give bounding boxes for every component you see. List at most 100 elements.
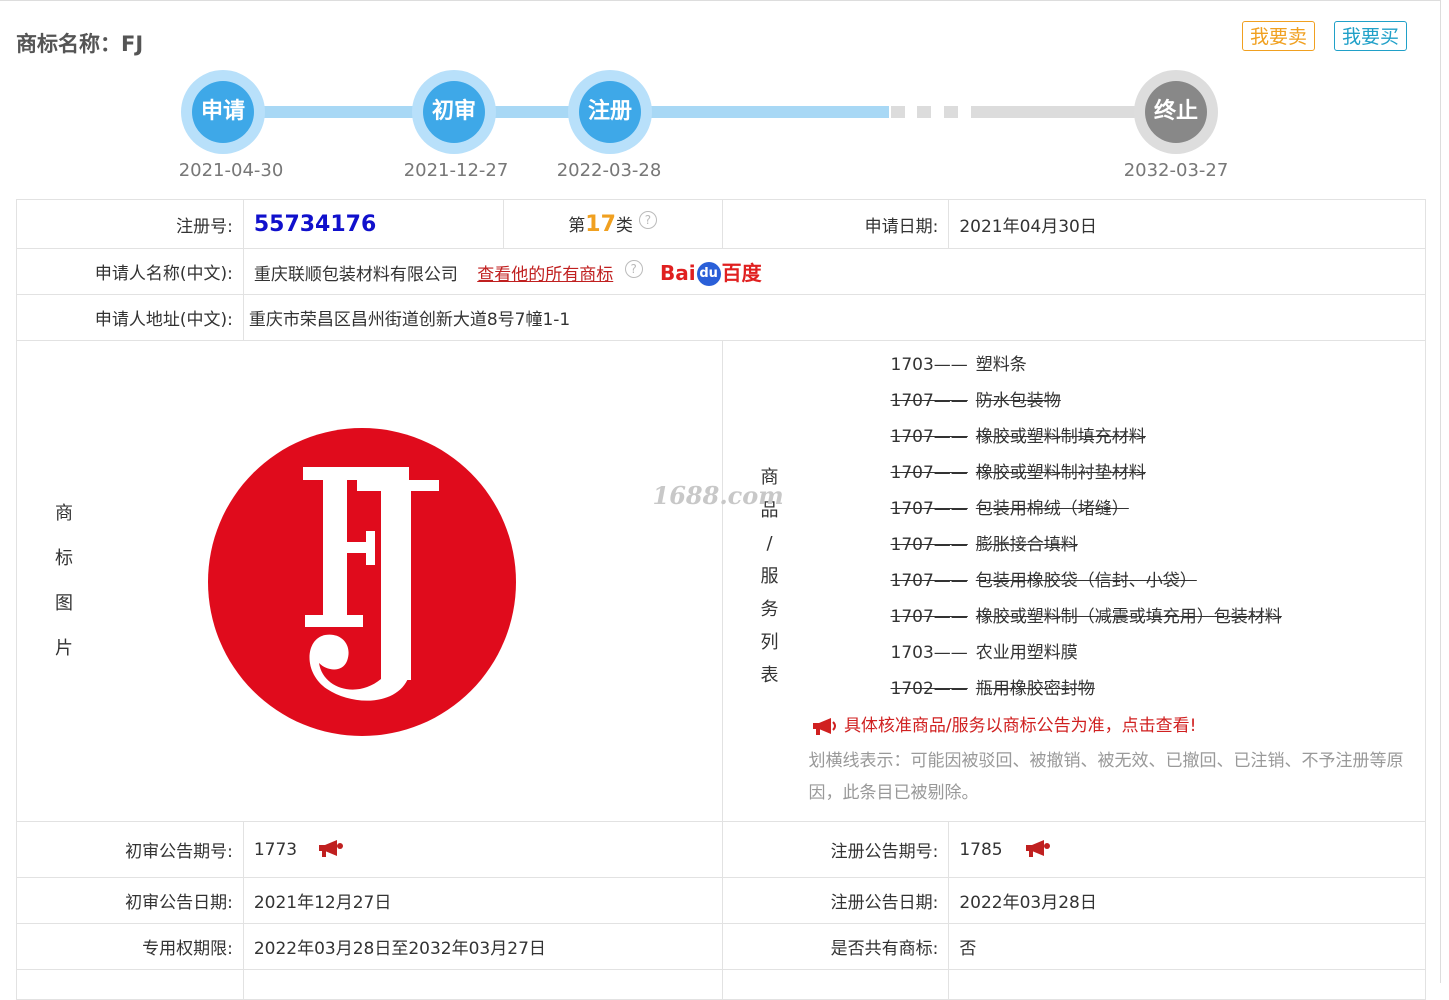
label-char: / (766, 533, 773, 554)
goods-code: 1707—— (890, 391, 968, 411)
apply-date-label: 申请日期: (721, 199, 950, 249)
goods-item: 1702—— 瓶用橡胶密封物 (891, 674, 1095, 699)
timeline-step-register: 注册 (568, 70, 652, 154)
trademark-info-table: 注册号: 55734176 第17类? 申请日期: 2021年04月30日 申请… (16, 199, 1427, 1000)
goods-name: 塑料条 (975, 355, 1027, 375)
goods-code: 1707—— (890, 499, 968, 519)
goods-item: 1707—— 橡胶或塑料制衬垫材料 (891, 458, 1146, 483)
goods-name: 瓶用橡胶密封物 (975, 679, 1095, 699)
prelim-date-value: 2021年12月27日 (242, 877, 723, 924)
watermark: 1688.com (652, 481, 784, 510)
step-date: 2022-03-28 (556, 160, 662, 181)
timeline-dash (944, 106, 958, 118)
baidu-paw-icon: du (696, 262, 721, 287)
shared-value: 否 (948, 923, 1426, 970)
goods-item: 1707—— 橡胶或塑料制填充材料 (891, 422, 1146, 447)
label-char: 表 (760, 665, 779, 686)
label-char: 标 (55, 548, 73, 569)
timeline-dash (917, 106, 931, 118)
reg-pub-no-value: 1785 (959, 840, 1003, 860)
goods-name: 农业用塑料膜 (975, 643, 1078, 663)
buy-button[interactable]: 我要买 (1334, 21, 1408, 51)
table-row: 申请人地址(中文): 重庆市荣昌区昌州街道创新大道8号7幢1-1 (16, 294, 1427, 341)
trademark-logo: FJ (207, 427, 516, 736)
goods-name: 膨胀接合填料 (975, 535, 1078, 555)
applicant-cell: 重庆联顺包装材料有限公司 查看他的所有商标 ? Bai du 百度 (242, 248, 1427, 295)
baidu-logo-text: 百度 (721, 260, 762, 285)
term-value: 2022年03月28日至2032年03月27日 (242, 923, 723, 970)
goods-code: 1707—— (890, 427, 968, 447)
strike-note: 划横线表示：可能因被驳回、被撤销、被无效、已撤回、已注销、不予注册等原因，此条目… (808, 751, 1404, 803)
goods-item: 1703—— 塑料条 (891, 350, 1027, 375)
class-suffix: 类 (615, 216, 633, 236)
goods-code: 1707—— (890, 571, 968, 591)
class-number: 17 (585, 212, 616, 237)
all-marks-link[interactable]: 查看他的所有商标 (477, 265, 613, 285)
table-row: 专用权期限: 2022年03月28日至2032年03月27日 是否共有商标: 否 (16, 923, 1426, 970)
label-char: 图 (55, 593, 73, 614)
logo-cell: 商 标 图 片 FJ (16, 340, 723, 822)
timeline-step-apply: 申请 (181, 70, 265, 154)
apply-date-value: 2021年04月30日 (948, 199, 1426, 249)
reg-pub-date-value: 2022年03月28日 (948, 877, 1426, 924)
goods-item: 1707—— 包装用橡胶袋（信封、小袋） (891, 566, 1197, 591)
goods-name: 包装用橡胶袋（信封、小袋） (975, 571, 1197, 591)
goods-code: 1702—— (890, 679, 968, 699)
label-char: 片 (55, 638, 73, 659)
class-cell: 第17类? (502, 199, 723, 249)
goods-code: 1707—— (890, 535, 968, 555)
timeline-progress-bar (224, 106, 889, 118)
applicant-label: 申请人名称(中文): (16, 248, 244, 295)
goods-name: 防水包装物 (975, 391, 1061, 411)
term-label: 专用权期限: (16, 923, 244, 970)
megaphone-icon[interactable] (317, 839, 345, 857)
table-row: 注册号: 55734176 第17类? 申请日期: 2021年04月30日 (16, 199, 1426, 249)
class-prefix: 第 (568, 216, 586, 236)
address-value: 重庆市荣昌区昌州街道创新大道8号7幢1-1 (242, 294, 1427, 341)
goods-name: 橡胶或塑料制衬垫材料 (975, 463, 1146, 483)
reg-no-label: 注册号: (16, 199, 244, 249)
logo-text: FJ (207, 427, 209, 428)
goods-cell: 商 品 / 服 务 列 表 1688.com 1703—— 塑料条 1707—— 防水… (653, 340, 1427, 822)
baidu-logo-text: Bai (660, 260, 696, 285)
label-char: 务 (760, 599, 779, 620)
prelim-no-value: 1773 (253, 840, 298, 860)
goods-name: 包装用棉绒（堵缝） (975, 499, 1129, 519)
goods-item: 1707—— 防水包装物 (891, 386, 1061, 411)
megaphone-icon[interactable] (1024, 839, 1052, 857)
step-label: 终止 (1145, 81, 1207, 143)
address-label: 申请人地址(中文): (16, 294, 244, 341)
prelim-date-label: 初审公告日期: (16, 877, 244, 924)
table-row: 申请人名称(中文): 重庆联顺包装材料有限公司 查看他的所有商标 ? Bai du… (16, 248, 1427, 295)
reg-pub-date-label: 注册公告日期: (721, 877, 950, 924)
reg-no-cell: 55734176 (242, 199, 504, 249)
page-title: 商标名称：FJ (16, 32, 144, 56)
timeline-dash (891, 106, 905, 118)
baidu-search-link[interactable]: Bai du 百度 (660, 260, 762, 287)
table-row: 商 标 图 片 FJ 商 品 / 服 务 列 表 1688.com 1703——… (16, 340, 1427, 822)
help-icon[interactable]: ? (624, 260, 643, 279)
timeline-step-terminate: 终止 (1134, 70, 1218, 154)
goods-list: 商 品 / 服 务 列 表 1688.com 1703—— 塑料条 1707—— 防水… (653, 341, 1425, 821)
step-date: 2021-04-30 (178, 160, 284, 181)
goods-item: 1707—— 橡胶或塑料制（减震或填充用）包装材料 (891, 602, 1282, 627)
step-date: 2032-03-27 (1123, 160, 1229, 181)
goods-code: 1703—— (890, 643, 968, 663)
goods-name: 橡胶或塑料制填充材料 (975, 427, 1146, 447)
help-icon[interactable]: ? (638, 211, 657, 230)
step-label: 申请 (192, 81, 254, 143)
reg-pub-no-cell: 1785 (948, 821, 1426, 878)
goods-note-text: 具体核准商品/服务以商标公告为准，点击查看! (843, 716, 1197, 736)
image-label: 商 标 图 片 (51, 491, 77, 671)
goods-item: 1707—— 包装用棉绒（堵缝） (891, 494, 1129, 519)
step-label: 注册 (579, 81, 641, 143)
goods-note-link[interactable]: 具体核准商品/服务以商标公告为准，点击查看! (811, 711, 1197, 736)
prelim-no-cell: 1773 (242, 821, 723, 878)
step-label: 初审 (423, 81, 485, 143)
goods-item: 1707—— 膨胀接合填料 (891, 530, 1078, 555)
sell-button[interactable]: 我要卖 (1242, 21, 1316, 51)
table-row: 初审公告期号: 1773 注册公告期号: 1785 (16, 821, 1426, 878)
applicant-name: 重庆联顺包装材料有限公司 (253, 264, 458, 285)
reg-pub-no-label: 注册公告期号: (721, 821, 950, 878)
label-char: 列 (760, 632, 779, 653)
